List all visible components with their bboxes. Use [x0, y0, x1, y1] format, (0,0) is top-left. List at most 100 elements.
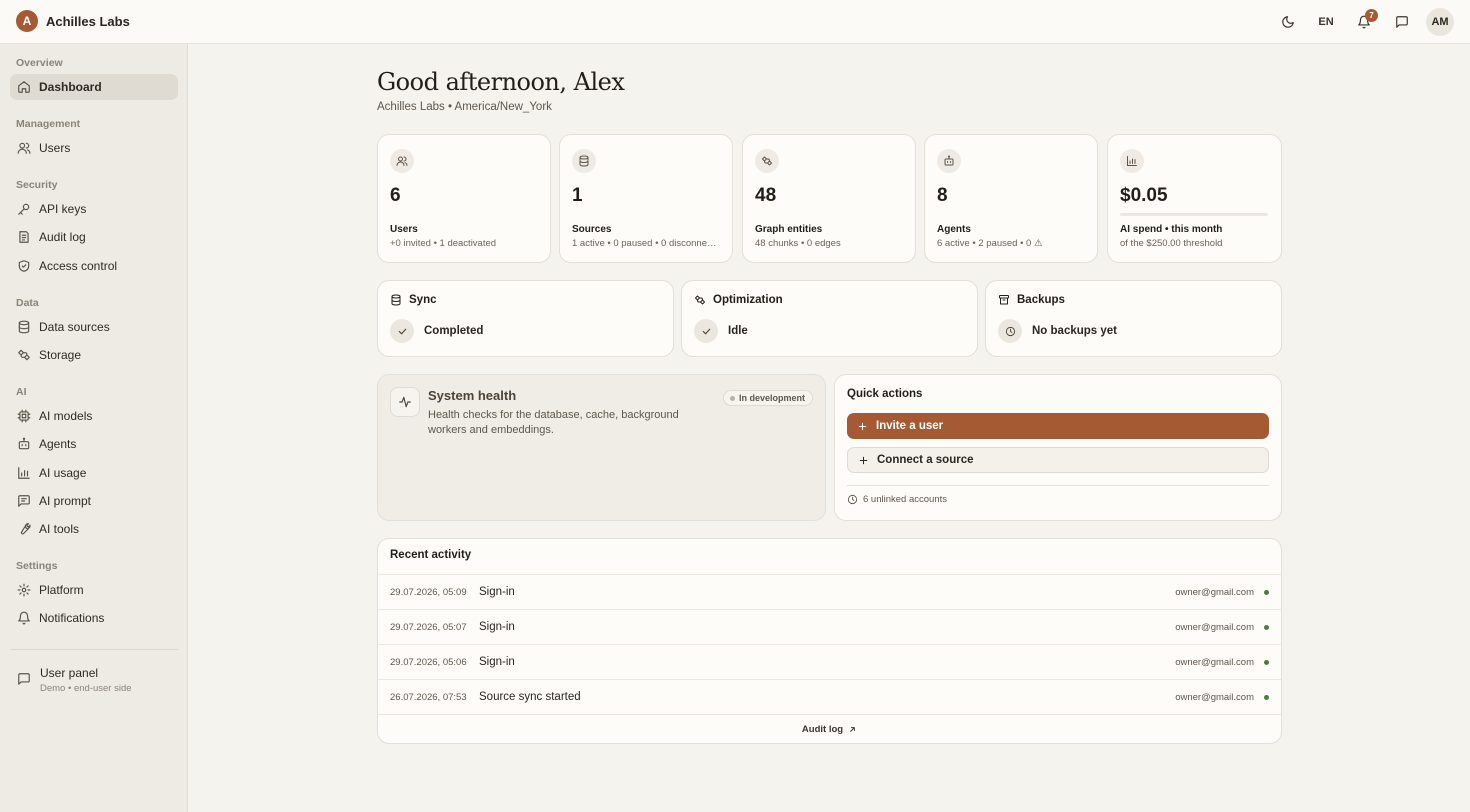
workflow-icon — [755, 149, 779, 173]
sidebar-item-ai-models[interactable]: AI models — [10, 403, 178, 429]
activity-user: owner@gmail.com — [1175, 691, 1254, 703]
activity-event: Sign-in — [479, 621, 515, 633]
sidebar-section-settings: Settings — [16, 560, 58, 572]
stat-label: Graph entities — [755, 224, 823, 235]
audit-log-link-label: Audit log — [801, 723, 844, 735]
sidebar-item-data-sources[interactable]: Data sources — [10, 314, 178, 340]
user-panel-link[interactable]: User panel Demo • end-user side — [10, 666, 132, 694]
sidebar-item-platform[interactable]: Platform — [10, 577, 178, 603]
stat-label: Sources — [572, 224, 612, 235]
message-icon — [17, 672, 31, 686]
status-value: Idle — [728, 325, 748, 337]
stat-value: 6 — [390, 185, 401, 206]
clock-icon — [998, 319, 1022, 343]
sidebar-section-management: Management — [16, 118, 81, 130]
stat-detail: of the $250.00 threshold — [1120, 238, 1223, 249]
activity-event: Sign-in — [479, 586, 515, 598]
stat-card-sources[interactable]: 1 Sources 1 active • 0 paused • 0 discon… — [559, 134, 733, 263]
sidebar-item-storage[interactable]: Storage — [10, 342, 178, 368]
users-icon — [390, 149, 414, 173]
table-row[interactable]: 29.07.2026, 05:07 Sign-in owner@gmail.co… — [378, 609, 1281, 644]
bell-icon — [17, 611, 31, 625]
activity-status-dot — [1264, 694, 1269, 700]
status-card-optimization[interactable]: Optimization Idle — [681, 280, 978, 357]
moon-icon — [1281, 15, 1295, 29]
sidebar-item-users[interactable]: Users — [10, 135, 178, 161]
quick-actions-card: Quick actions Invite a user Connect a so… — [834, 374, 1282, 521]
audit-log-link[interactable]: Audit log — [378, 714, 1281, 743]
top-actions: EN 7 AM — [1274, 8, 1454, 36]
theme-toggle-button[interactable] — [1274, 8, 1302, 36]
unlinked-accounts-link[interactable]: 6 unlinked accounts — [847, 494, 947, 505]
language-button[interactable]: EN — [1312, 8, 1340, 36]
table-row[interactable]: 26.07.2026, 07:53 Source sync started ow… — [378, 679, 1281, 714]
sidebar-item-dashboard[interactable]: Dashboard — [10, 74, 178, 100]
top-bar: A Achilles Labs EN 7 AM — [0, 0, 1470, 44]
check-icon — [694, 319, 718, 343]
home-icon — [17, 80, 31, 94]
database-icon — [572, 149, 596, 173]
stat-card-agents[interactable]: 8 Agents 6 active • 2 paused • 0 ⚠ — [924, 134, 1098, 263]
activity-time: 29.07.2026, 05:09 — [390, 586, 467, 598]
page-subtitle: Achilles Labs • America/New_York — [377, 101, 552, 113]
message-icon — [1395, 15, 1409, 29]
connect-source-button[interactable]: Connect a source — [847, 447, 1269, 473]
database-icon — [390, 294, 402, 306]
brand[interactable]: A Achilles Labs — [16, 10, 130, 32]
avatar[interactable]: AM — [1426, 8, 1454, 36]
messages-button[interactable] — [1388, 8, 1416, 36]
sidebar-item-agents[interactable]: Agents — [10, 431, 178, 457]
external-link-icon — [848, 725, 857, 734]
brand-logo: A — [16, 10, 38, 32]
status-card-sync[interactable]: Sync Completed — [377, 280, 674, 357]
stat-detail: +0 invited • 1 deactivated — [390, 238, 497, 249]
sidebar: Overview Dashboard Management Users Secu… — [0, 44, 188, 812]
activity-time: 29.07.2026, 05:07 — [390, 621, 467, 633]
status-badge: In development — [722, 390, 813, 406]
users-icon — [17, 141, 31, 155]
sidebar-item-label: AI models — [39, 409, 93, 423]
stat-label: AI spend • this month — [1120, 224, 1223, 235]
sidebar-item-label: AI usage — [39, 466, 87, 480]
stat-card-ai-spend[interactable]: $0.05 AI spend • this month of the $250.… — [1107, 134, 1282, 263]
bar-chart-icon — [1120, 149, 1144, 173]
sidebar-item-label: Dashboard — [39, 80, 102, 94]
status-card-title: Backups — [1017, 294, 1065, 306]
recent-activity-title: Recent activity — [390, 549, 472, 561]
invite-user-button[interactable]: Invite a user — [847, 413, 1269, 439]
activity-time: 26.07.2026, 07:53 — [390, 691, 467, 703]
sidebar-item-label: AI tools — [39, 522, 80, 536]
sidebar-item-notifications[interactable]: Notifications — [10, 605, 178, 631]
check-icon — [390, 319, 414, 343]
robot-icon — [17, 437, 31, 451]
recent-activity-card: Recent activity 29.07.2026, 05:09 Sign-i… — [377, 538, 1282, 744]
sidebar-item-access-control[interactable]: Access control — [10, 253, 178, 279]
sidebar-item-label: Platform — [39, 583, 84, 597]
table-row[interactable]: 29.07.2026, 05:06 Sign-in owner@gmail.co… — [378, 644, 1281, 679]
sidebar-item-label: Notifications — [39, 611, 105, 625]
wrench-icon — [17, 522, 31, 536]
quick-actions-divider — [847, 485, 1269, 486]
stat-card-graph-entities[interactable]: 48 Graph entities 48 chunks • 0 edges — [742, 134, 916, 263]
stat-card-users[interactable]: 6 Users +0 invited • 1 deactivated — [377, 134, 551, 263]
table-row[interactable]: 29.07.2026, 05:09 Sign-in owner@gmail.co… — [378, 574, 1281, 609]
sidebar-item-api-keys[interactable]: API keys — [10, 196, 178, 222]
notifications-button[interactable]: 7 — [1350, 8, 1378, 36]
clock-icon — [847, 494, 858, 505]
sidebar-section-overview: Overview — [16, 57, 63, 69]
sidebar-item-ai-usage[interactable]: AI usage — [10, 460, 178, 486]
stat-detail: 1 active • 0 paused • 0 disconnected — [572, 238, 720, 249]
sidebar-item-audit-log[interactable]: Audit log — [10, 224, 178, 250]
sidebar-item-ai-prompt[interactable]: AI prompt — [10, 488, 178, 514]
audit-log-icon — [17, 230, 31, 244]
sidebar-item-label: Users — [39, 141, 71, 155]
brand-name: Achilles Labs — [46, 13, 130, 29]
database-icon — [17, 320, 31, 334]
sidebar-item-ai-tools[interactable]: AI tools — [10, 516, 178, 542]
sidebar-item-label: Agents — [39, 437, 77, 451]
unlinked-accounts-text: 6 unlinked accounts — [863, 494, 947, 505]
status-card-backups[interactable]: Backups No backups yet — [985, 280, 1282, 357]
user-panel-title: User panel — [40, 666, 99, 680]
sidebar-divider — [10, 649, 178, 650]
archive-icon — [998, 294, 1010, 306]
